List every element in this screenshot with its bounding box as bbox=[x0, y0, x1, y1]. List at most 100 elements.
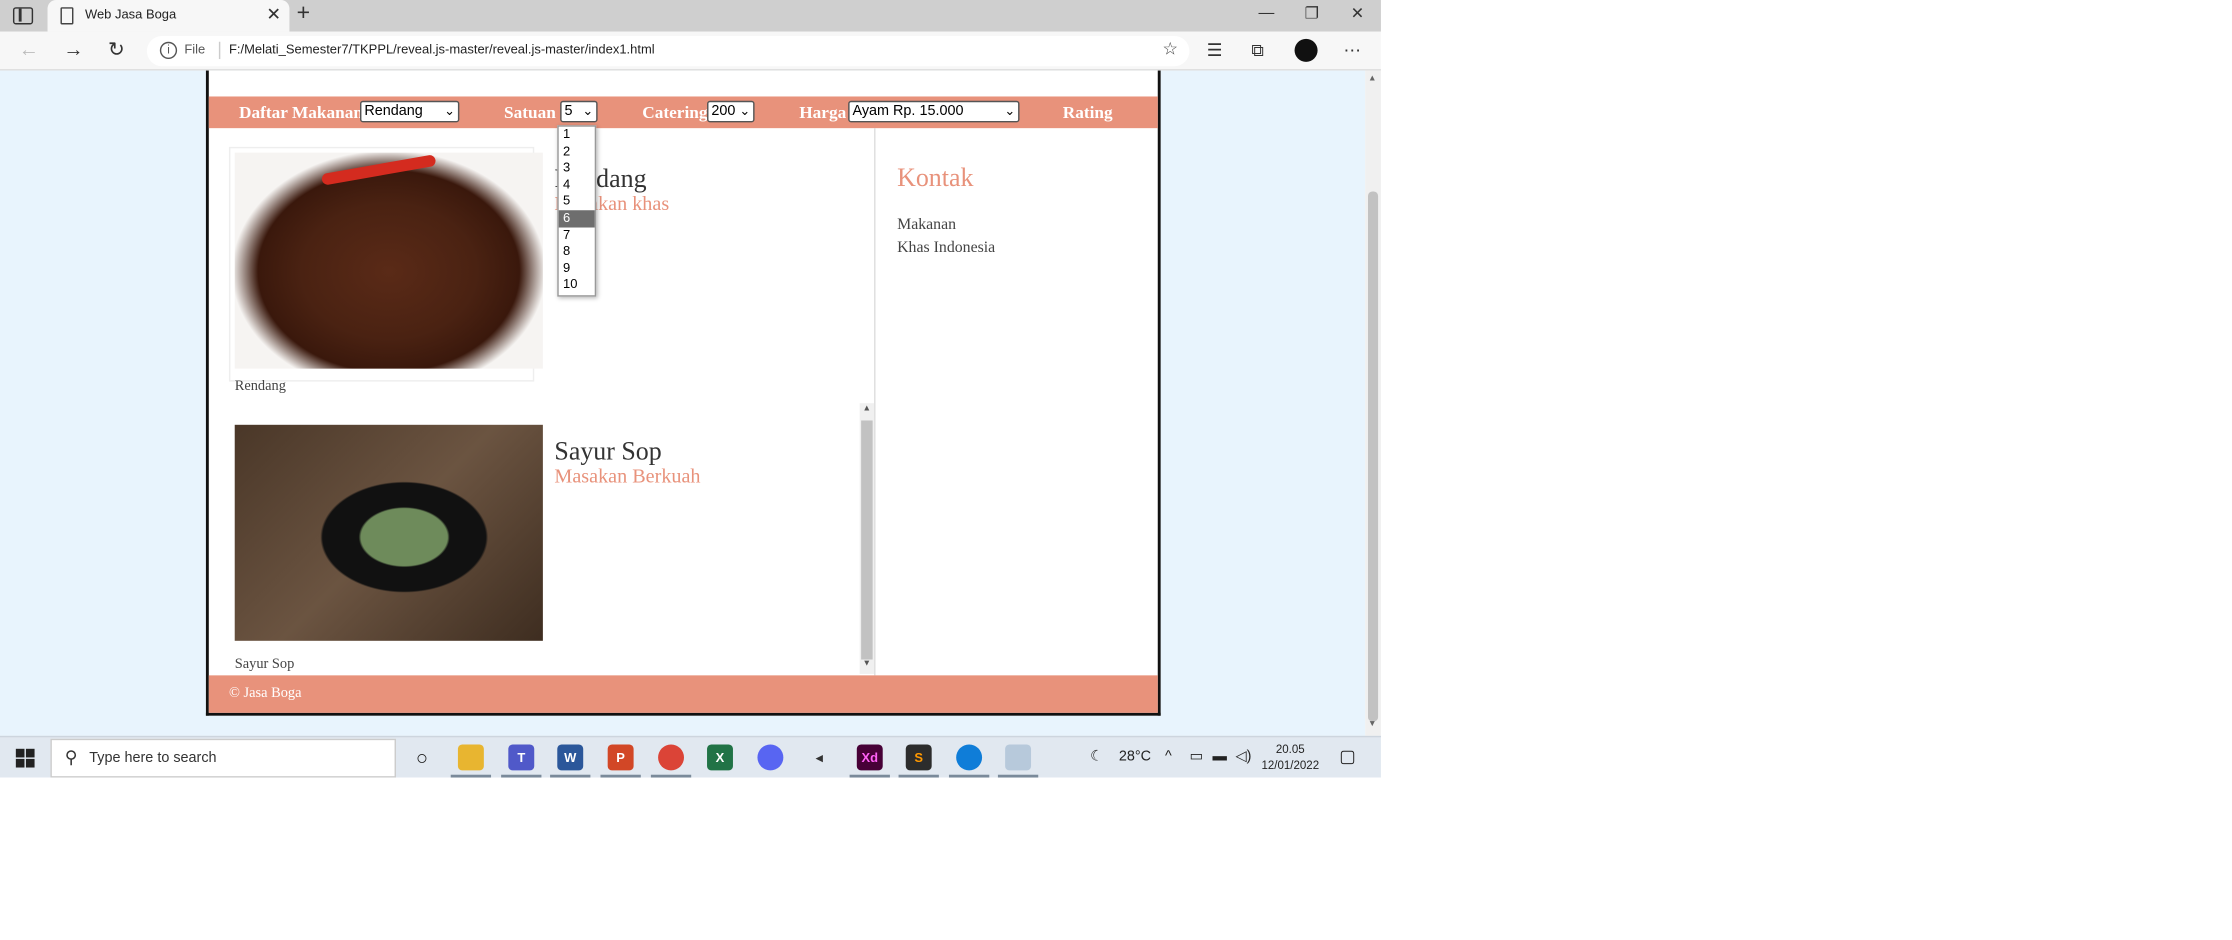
restore-icon[interactable]: ❐ bbox=[1305, 4, 1319, 23]
daftar-makanan-select[interactable]: Rendang ⌄ bbox=[360, 100, 460, 123]
url-text[interactable]: F:/Melati_Semester7/TKPPL/reveal.js-mast… bbox=[229, 42, 655, 56]
footer-text: © Jasa Boga bbox=[228, 685, 302, 702]
food-caption: Sayur Sop bbox=[234, 656, 295, 673]
satuan-option[interactable]: 3 bbox=[559, 160, 595, 177]
taskbar-search-input[interactable]: ⚲ Type here to search bbox=[50, 738, 397, 778]
powerpoint-icon[interactable]: P bbox=[607, 744, 634, 771]
new-tab-icon[interactable]: + bbox=[297, 1, 310, 27]
battery-icon[interactable]: ▬ bbox=[1212, 749, 1226, 765]
weather-moon-icon[interactable]: ☾ bbox=[1090, 749, 1103, 765]
rendang-image bbox=[234, 152, 543, 369]
notifications-icon[interactable]: ▢ bbox=[1339, 746, 1355, 766]
paint-icon[interactable] bbox=[1005, 744, 1032, 771]
active-indicator bbox=[849, 774, 890, 778]
sidebar-text: Makanan bbox=[897, 216, 957, 234]
collections-icon[interactable]: ⧉ bbox=[1251, 40, 1263, 62]
top-navbar: Daftar Makanan Rendang ⌄ Satuan 5 ⌄ Cate… bbox=[208, 96, 1158, 129]
active-indicator bbox=[997, 774, 1039, 778]
food-name: Sayur Sop bbox=[554, 436, 662, 466]
active-indicator bbox=[650, 774, 692, 778]
food-subtitle: Masakan Berkuah bbox=[554, 466, 701, 489]
satuan-option[interactable]: 5 bbox=[559, 194, 595, 211]
satuan-option[interactable]: 8 bbox=[559, 244, 595, 261]
page-footer: © Jasa Boga bbox=[208, 675, 1158, 713]
satuan-option[interactable]: 9 bbox=[559, 260, 595, 277]
favorites-icon[interactable]: ☰ bbox=[1207, 40, 1223, 60]
more-options-icon[interactable]: ⋯ bbox=[1344, 40, 1361, 60]
scroll-down-icon[interactable]: ▼ bbox=[1368, 720, 1377, 729]
active-indicator bbox=[501, 774, 542, 778]
app-icon[interactable]: ◂ bbox=[806, 744, 832, 770]
satuan-options-list[interactable]: 1 2 3 4 5 6 7 8 9 10 bbox=[557, 125, 597, 297]
word-icon[interactable]: W bbox=[557, 744, 584, 771]
cortana-icon[interactable]: ○ bbox=[409, 744, 435, 770]
page-scrollbar[interactable]: ▲ ▼ bbox=[1365, 70, 1381, 736]
taskbar: ⚲ Type here to search ○ T W P X ◂ Xd S ☾… bbox=[0, 735, 1381, 778]
tab-actions-icon[interactable] bbox=[12, 7, 34, 25]
favorite-star-icon[interactable]: ☆ bbox=[1162, 39, 1178, 59]
satuan-option[interactable]: 7 bbox=[559, 227, 595, 244]
profile-avatar[interactable] bbox=[1294, 38, 1318, 62]
chevron-down-icon: ⌄ bbox=[582, 103, 594, 119]
harga-value: Ayam Rp. 15.000 bbox=[852, 103, 964, 120]
address-bar: ← → ↻ i File F:/Melati_Semester7/TKPPL/r… bbox=[0, 31, 1381, 71]
satuan-option[interactable]: 1 bbox=[559, 127, 595, 144]
volume-icon[interactable]: ◁) bbox=[1236, 749, 1252, 765]
sayur-sop-image bbox=[234, 424, 543, 641]
chevron-down-icon: ⌄ bbox=[444, 103, 456, 119]
scrollbar-thumb[interactable] bbox=[1368, 191, 1379, 722]
chevron-up-icon[interactable]: ^ bbox=[1165, 749, 1172, 765]
scroll-down-icon[interactable]: ▼ bbox=[863, 660, 872, 669]
contact-sidebar: Kontak Makanan Khas Indonesia bbox=[877, 128, 1158, 675]
file-explorer-icon[interactable] bbox=[457, 744, 484, 771]
search-placeholder: Type here to search bbox=[89, 750, 217, 767]
system-clock[interactable]: 20.05 12/01/2022 bbox=[1261, 742, 1319, 774]
list-scrollbar[interactable]: ▲ ▼ bbox=[859, 403, 875, 674]
sidebar-text: Khas Indonesia bbox=[897, 239, 996, 257]
active-indicator bbox=[550, 774, 591, 778]
edge-icon[interactable] bbox=[956, 744, 983, 771]
catering-value: 200 bbox=[711, 103, 736, 120]
info-icon[interactable]: i bbox=[159, 41, 178, 60]
satuan-option[interactable]: 4 bbox=[559, 177, 595, 194]
forward-icon[interactable]: → bbox=[63, 37, 83, 60]
daftar-makanan-label: Daftar Makanan bbox=[239, 102, 364, 123]
back-icon[interactable]: ← bbox=[19, 37, 39, 60]
food-caption: Rendang bbox=[234, 378, 286, 395]
file-label: File bbox=[184, 41, 206, 57]
satuan-option-highlighted[interactable]: 6 bbox=[558, 210, 595, 227]
scroll-up-icon[interactable]: ▲ bbox=[1368, 75, 1377, 84]
minimize-icon[interactable]: — bbox=[1259, 4, 1275, 21]
scroll-up-icon[interactable]: ▲ bbox=[863, 405, 872, 414]
discord-icon[interactable] bbox=[757, 744, 784, 771]
clock-time: 20.05 bbox=[1275, 743, 1305, 756]
close-window-icon[interactable]: ✕ bbox=[1351, 4, 1364, 23]
url-field[interactable]: i File F:/Melati_Semester7/TKPPL/reveal.… bbox=[146, 36, 1190, 67]
active-indicator bbox=[450, 774, 492, 778]
satuan-select[interactable]: 5 ⌄ bbox=[560, 100, 598, 123]
chrome-icon[interactable] bbox=[658, 744, 684, 771]
page-container: Daftar Makanan Rendang ⌄ Satuan 5 ⌄ Cate… bbox=[205, 70, 1161, 716]
rating-link[interactable]: Rating bbox=[1063, 102, 1113, 124]
satuan-option[interactable]: 2 bbox=[559, 143, 595, 160]
active-indicator bbox=[948, 774, 990, 778]
active-indicator bbox=[600, 774, 641, 778]
scrollbar-thumb[interactable] bbox=[861, 420, 873, 660]
adobe-xd-icon[interactable]: Xd bbox=[856, 744, 883, 771]
browser-tab[interactable]: Web Jasa Boga ✕ bbox=[47, 0, 290, 32]
page-icon bbox=[60, 7, 74, 25]
excel-icon[interactable]: X bbox=[707, 744, 733, 771]
catering-select[interactable]: 200 ⌄ bbox=[707, 100, 755, 123]
sublime-text-icon[interactable]: S bbox=[905, 744, 932, 771]
harga-label: Harga bbox=[799, 102, 847, 123]
weather-temperature[interactable]: 28°C bbox=[1119, 749, 1151, 765]
teams-icon[interactable]: T bbox=[508, 744, 535, 771]
harga-select[interactable]: Ayam Rp. 15.000 ⌄ bbox=[848, 100, 1020, 123]
windows-start-icon[interactable] bbox=[15, 748, 35, 768]
network-icon[interactable]: ▭ bbox=[1189, 749, 1203, 765]
satuan-option[interactable]: 10 bbox=[559, 277, 595, 294]
close-tab-icon[interactable]: ✕ bbox=[266, 4, 280, 24]
chili-garnish bbox=[320, 154, 437, 186]
sidebar-heading: Kontak bbox=[897, 162, 974, 192]
refresh-icon[interactable]: ↻ bbox=[108, 37, 125, 61]
